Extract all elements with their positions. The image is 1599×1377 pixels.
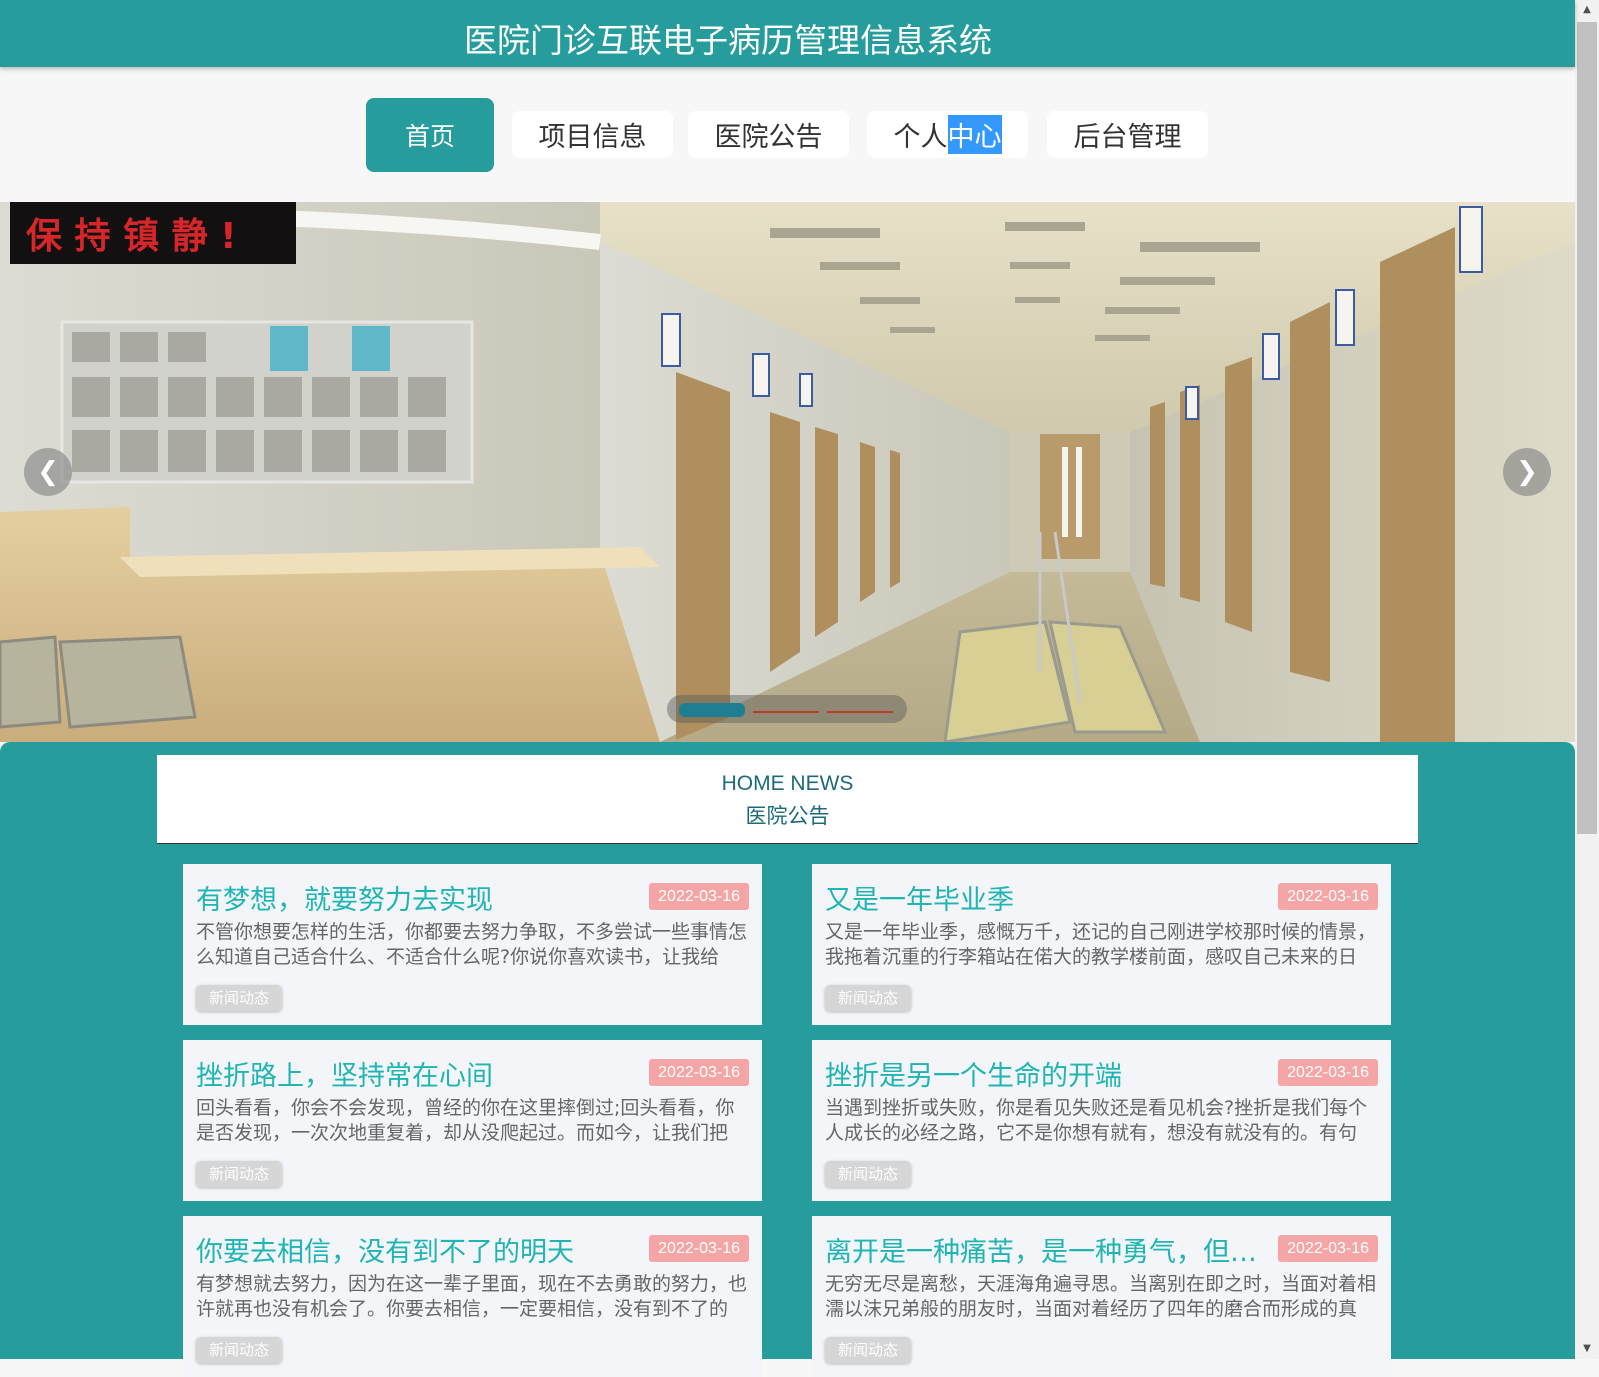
nav-project-info[interactable]: 项目信息: [512, 111, 673, 158]
news-card-title[interactable]: 挫折路上，坚持常在心间: [196, 1054, 636, 1093]
news-card[interactable]: 挫折是另一个生命的开端 2022-03-16 当遇到挫折或失败，你是看见失败还是…: [812, 1040, 1391, 1201]
carousel-dot-3[interactable]: [827, 711, 893, 713]
news-heading-cn: 医院公告: [745, 804, 830, 828]
scrollbar-thumb[interactable]: [1577, 22, 1597, 834]
news-card-title[interactable]: 你要去相信，没有到不了的明天: [196, 1230, 636, 1269]
news-card-desc: 又是一年毕业季，感慨万千，还记的自己刚进学校那时候的情景，我拖着沉重的行李箱站在…: [825, 921, 1377, 966]
news-card-title[interactable]: 又是一年毕业季: [825, 878, 1265, 917]
news-card-date: 2022-03-16: [649, 1059, 749, 1086]
news-card-title[interactable]: 有梦想，就要努力去实现: [196, 878, 636, 917]
news-card[interactable]: 有梦想，就要努力去实现 2022-03-16 不管你想要怎样的生活，你都要去努力…: [183, 864, 762, 1025]
news-card-desc: 不管你想要怎样的生活，你都要去努力争取，不多尝试一些事情怎么知道自己适合什么、不…: [196, 921, 748, 966]
carousel-dot-2[interactable]: [753, 711, 819, 713]
news-card-tag[interactable]: 新闻动态: [196, 1337, 283, 1363]
news-card[interactable]: 又是一年毕业季 2022-03-16 又是一年毕业季，感慨万千，还记的自己刚进学…: [812, 864, 1391, 1025]
scroll-up-icon[interactable]: ▲: [1575, 0, 1599, 20]
news-card-date: 2022-03-16: [1278, 1235, 1378, 1262]
site-title: 医院门诊互联电子病历管理信息系统: [464, 21, 992, 60]
news-card-tag[interactable]: 新闻动态: [825, 985, 912, 1011]
header-bar: 医院门诊互联电子病历管理信息系统: [0, 0, 1575, 67]
news-card[interactable]: 挫折路上，坚持常在心间 2022-03-16 回头看看，你会不会发现，曾经的你在…: [183, 1040, 762, 1201]
nav-personal-center-label-b: 中心: [947, 115, 1002, 154]
news-card-tag[interactable]: 新闻动态: [196, 1161, 283, 1187]
news-card-desc: 有梦想就去努力，因为在这一辈子里面，现在不去勇敢的努力，也许就再也没有机会了。你…: [196, 1273, 748, 1318]
news-card-title[interactable]: 离开是一种痛苦，是一种勇气，但同样也是一个考验: [825, 1230, 1265, 1269]
news-card-tag[interactable]: 新闻动态: [825, 1161, 912, 1187]
news-card-date: 2022-03-16: [649, 883, 749, 910]
news-card-date: 2022-03-16: [649, 1235, 749, 1262]
nav-admin-label: 后台管理: [1073, 122, 1182, 153]
nav-home[interactable]: 首页: [366, 98, 494, 172]
news-section: HOME NEWS 医院公告 有梦想，就要努力去实现 2022-03-16 不管…: [0, 742, 1575, 1377]
page-scrollbar[interactable]: ▲ ▼: [1575, 0, 1599, 1359]
news-card-tag[interactable]: 新闻动态: [825, 1337, 912, 1363]
news-card[interactable]: 离开是一种痛苦，是一种勇气，但同样也是一个考验 2022-03-16 无穷无尽是…: [812, 1216, 1391, 1377]
news-card-desc: 无穷无尽是离愁，天涯海角遍寻思。当离别在即之时，当面对着相濡以沫兄弟般的朋友时，…: [825, 1273, 1377, 1318]
news-card-desc: 回头看看，你会不会发现，曾经的你在这里摔倒过;回头看看，你是否发现，一次次地重复…: [196, 1097, 735, 1142]
chevron-left-icon: ❮: [37, 457, 59, 487]
news-heading: HOME NEWS 医院公告: [157, 755, 1418, 844]
news-card-date: 2022-03-16: [1278, 883, 1378, 910]
banner-image: 保 持 镇 静 !: [0, 202, 1575, 742]
carousel-next-button[interactable]: ❯: [1503, 448, 1551, 496]
carousel-dot-1[interactable]: [679, 703, 745, 717]
news-card[interactable]: 你要去相信，没有到不了的明天 2022-03-16 有梦想就去努力，因为在这一辈…: [183, 1216, 762, 1377]
banner-carousel[interactable]: 保 持 镇 静 ! ❮ ❯: [0, 202, 1575, 742]
nav-personal-center-label-a: 个人: [893, 122, 948, 153]
carousel-indicators: [667, 695, 907, 723]
scroll-down-icon[interactable]: ▼: [1575, 1339, 1599, 1359]
carousel-prev-button[interactable]: ❮: [24, 448, 72, 496]
news-card-desc: 当遇到挫折或失败，你是看见失败还是看见机会?挫折是我们每个人成长的必经之路，它不…: [825, 1097, 1368, 1142]
nav-admin[interactable]: 后台管理: [1047, 111, 1208, 158]
led-sign-text: 保 持 镇 静 !: [26, 216, 237, 257]
news-card-date: 2022-03-16: [1278, 1059, 1378, 1086]
news-heading-en: HOME NEWS: [721, 772, 854, 795]
news-card-tag[interactable]: 新闻动态: [196, 985, 283, 1011]
news-card-title[interactable]: 挫折是另一个生命的开端: [825, 1054, 1265, 1093]
nav-hospital-notice[interactable]: 医院公告: [688, 111, 849, 158]
nav-home-label: 首页: [404, 122, 455, 151]
chevron-right-icon: ❯: [1516, 457, 1538, 487]
nav-project-info-label: 项目信息: [538, 122, 647, 153]
nav-personal-center[interactable]: 个人 中心: [867, 111, 1028, 158]
nav-hospital-notice-label: 医院公告: [714, 122, 823, 153]
